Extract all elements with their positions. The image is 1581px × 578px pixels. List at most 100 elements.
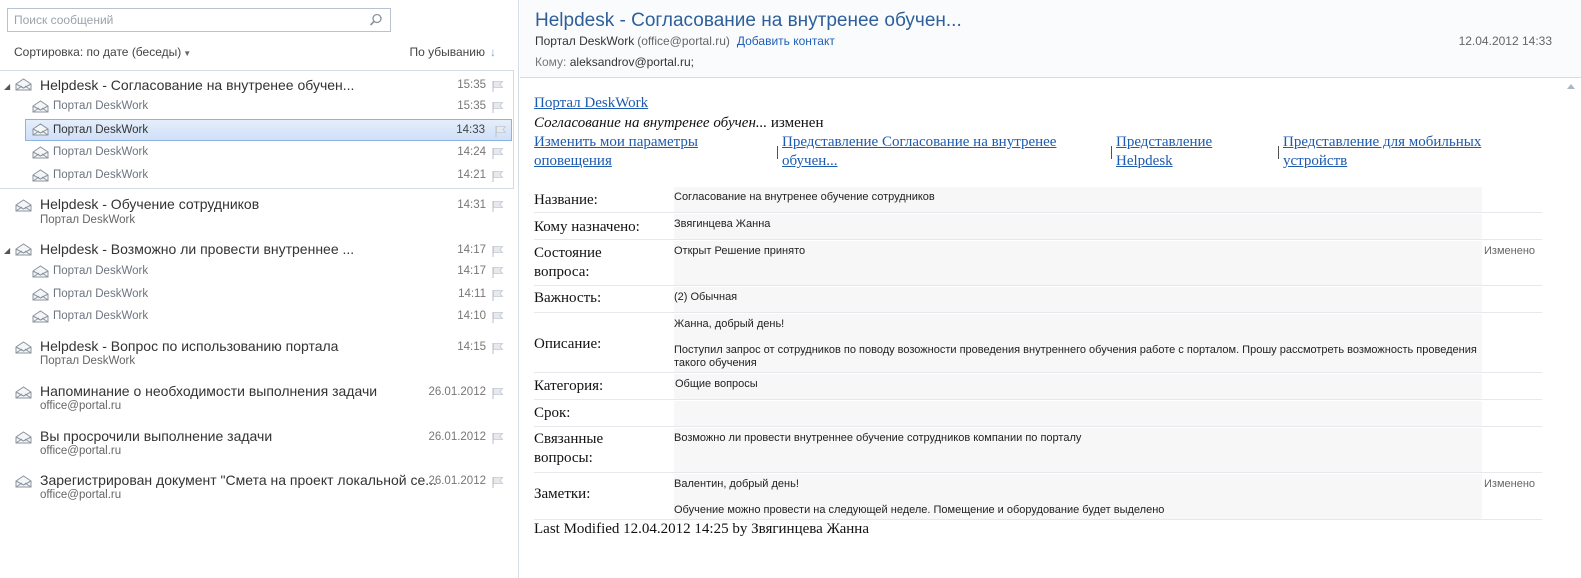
link-separator: | — [1277, 144, 1281, 160]
sort-order-toggle[interactable]: По убыванию ↓ — [409, 45, 496, 59]
message-sender: Портал DeskWork — [53, 310, 149, 322]
flag-icon[interactable] — [491, 200, 504, 212]
conversation-subject: Helpdesk - Обучение сотрудников — [40, 196, 260, 212]
conversation-item[interactable]: Зарегистрирован документ "Смета на проек… — [0, 471, 514, 507]
envelope-open-icon — [15, 243, 32, 256]
field-value: Валентин, добрый день! Обучение можно пр… — [674, 474, 1482, 519]
to-line: Кому: aleksandrov@portal.ru; — [535, 55, 694, 69]
conversation-item[interactable]: Helpdesk - Вопрос по использованию порта… — [0, 337, 514, 373]
field-value-text: Обучение можно провести на следующей нед… — [674, 504, 1165, 516]
search-icon[interactable] — [369, 13, 383, 27]
envelope-open-icon — [32, 265, 49, 278]
flag-icon[interactable] — [491, 245, 504, 257]
conversation-time: 26.01.2012 — [428, 386, 486, 398]
message-date: 12.04.2012 14:33 — [1458, 34, 1552, 48]
scrollbar[interactable] — [1562, 78, 1581, 578]
conversation-subject: Helpdesk - Согласование на внутренее обу… — [40, 77, 355, 93]
view-item-link[interactable]: Представление Согласование на внутренее … — [782, 133, 1102, 171]
link-separator: | — [776, 144, 780, 160]
message-sender: Портал DeskWork — [53, 265, 149, 277]
conversation-item[interactable]: Напоминание о необходимости выполнения з… — [0, 382, 514, 418]
scroll-up-arrow-icon[interactable] — [1567, 84, 1575, 89]
flag-icon[interactable] — [491, 476, 504, 488]
message-item[interactable]: Портал DeskWork 14:11 — [0, 285, 514, 305]
expand-arrow-icon[interactable]: ◢ — [4, 246, 10, 255]
message-sender: Портал DeskWork — [53, 169, 149, 181]
expand-arrow-icon[interactable]: ◢ — [4, 82, 10, 91]
field-label: Важность: — [534, 290, 602, 306]
conversation-sender: office@portal.ru — [40, 489, 122, 501]
field-label: Связанные вопросы: — [534, 431, 604, 466]
field-value: Возможно ли провести внутреннее обучение… — [674, 428, 1482, 472]
field-value-text: Согласование на внутренее обучение сотру… — [674, 191, 935, 203]
field-value-text: Звягинцева Жанна — [674, 218, 771, 230]
envelope-open-icon — [15, 431, 32, 444]
field-label: Название: — [534, 192, 598, 208]
message-item-selected[interactable]: Портал DeskWork 14:33 — [25, 119, 512, 141]
conversation-item[interactable]: ◢ Helpdesk - Возможно ли провести внутре… — [0, 239, 514, 261]
flag-icon[interactable] — [491, 342, 504, 354]
message-item[interactable]: Портал DeskWork 14:21 — [0, 166, 514, 186]
field-value: Жанна, добрый день! Поступил запрос от с… — [674, 314, 1482, 372]
message-item[interactable]: Портал DeskWork 15:35 — [0, 97, 514, 117]
field-value-text: (2) Обычная — [674, 291, 738, 303]
search-input[interactable] — [8, 9, 358, 31]
conversation-item[interactable]: Helpdesk - Обучение сотрудников Портал D… — [0, 195, 514, 231]
to-recipient[interactable]: aleksandrov@portal.ru; — [570, 55, 694, 69]
sender-name[interactable]: Портал DeskWork — [535, 34, 634, 48]
conversation-item[interactable]: ◢ Helpdesk - Согласование на внутренее о… — [0, 74, 514, 96]
envelope-open-icon — [32, 169, 49, 182]
field-value: (2) Обычная — [674, 287, 1482, 312]
conversation-time: 14:31 — [457, 199, 486, 211]
conversation-time: 26.01.2012 — [428, 431, 486, 443]
portal-link[interactable]: Портал DeskWork — [534, 95, 648, 112]
field-value-text: Открыт Решение принято — [674, 245, 806, 257]
flag-icon[interactable] — [491, 101, 504, 113]
field-label: Состояние вопроса: — [534, 245, 602, 280]
field-row-related: Связанные вопросы: Возможно ли провести … — [534, 428, 1542, 473]
message-time: 14:10 — [457, 310, 486, 322]
flag-icon[interactable] — [491, 266, 504, 278]
changed-marker: Изменено — [1484, 478, 1536, 490]
message-sender: Портал DeskWork — [53, 288, 149, 300]
reading-pane: Helpdesk - Согласование на внутренее обу… — [520, 0, 1581, 578]
conversation-time: 14:17 — [457, 244, 486, 256]
envelope-open-icon — [32, 310, 49, 323]
sort-down-arrow-icon: ↓ — [490, 45, 496, 59]
search-box[interactable] — [7, 8, 391, 32]
view-helpdesk-link[interactable]: Представление Helpdesk — [1116, 133, 1266, 171]
sort-bar: Сортировка: по дате (беседы) ▼ По убывани… — [14, 45, 496, 61]
field-label: Категория: — [534, 378, 604, 394]
conversation-item[interactable]: Вы просрочили выполнение задачи office@p… — [0, 427, 514, 463]
field-value-text: Валентин, добрый день! — [674, 478, 799, 490]
sort-by-dropdown[interactable]: Сортировка: по дате (беседы) ▼ — [14, 45, 191, 59]
conversation-time: 15:35 — [457, 79, 486, 91]
flag-icon[interactable] — [494, 125, 507, 137]
change-settings-link[interactable]: Изменить мои параметры оповещения — [534, 133, 769, 171]
message-item[interactable]: Портал DeskWork 14:17 — [0, 262, 514, 282]
view-mobile-link[interactable]: Представление для мобильных устройств — [1283, 133, 1533, 171]
conversation-sender: Портал DeskWork — [40, 214, 136, 226]
message-header: Helpdesk - Согласование на внутренее обу… — [520, 0, 1581, 78]
envelope-open-icon — [32, 123, 49, 136]
flag-icon[interactable] — [491, 311, 504, 323]
to-label: Кому: — [535, 55, 567, 69]
sort-by-label: Сортировка: по дате (беседы) — [14, 45, 182, 59]
field-row-assigned: Кому назначено: Звягинцева Жанна — [534, 214, 1542, 240]
message-item[interactable]: Портал DeskWork 14:24 — [0, 143, 514, 163]
flag-icon[interactable] — [491, 170, 504, 182]
field-label: Кому назначено: — [534, 219, 640, 235]
field-value-text: Общие вопросы — [675, 378, 758, 390]
flag-icon[interactable] — [491, 147, 504, 159]
flag-icon[interactable] — [491, 80, 504, 92]
add-contact-link[interactable]: Добавить контакт — [737, 34, 835, 48]
field-label: Заметки: — [534, 486, 591, 502]
view-links: Изменить мои параметры оповещения | Пред… — [534, 133, 1544, 173]
conversation-time: 14:15 — [457, 341, 486, 353]
sort-order-label: По убыванию — [409, 45, 485, 59]
flag-icon[interactable] — [491, 432, 504, 444]
flag-icon[interactable] — [491, 289, 504, 301]
message-item[interactable]: Портал DeskWork 14:10 — [0, 307, 514, 327]
field-row-description: Описание: Жанна, добрый день! Поступил з… — [534, 314, 1542, 373]
flag-icon[interactable] — [491, 387, 504, 399]
